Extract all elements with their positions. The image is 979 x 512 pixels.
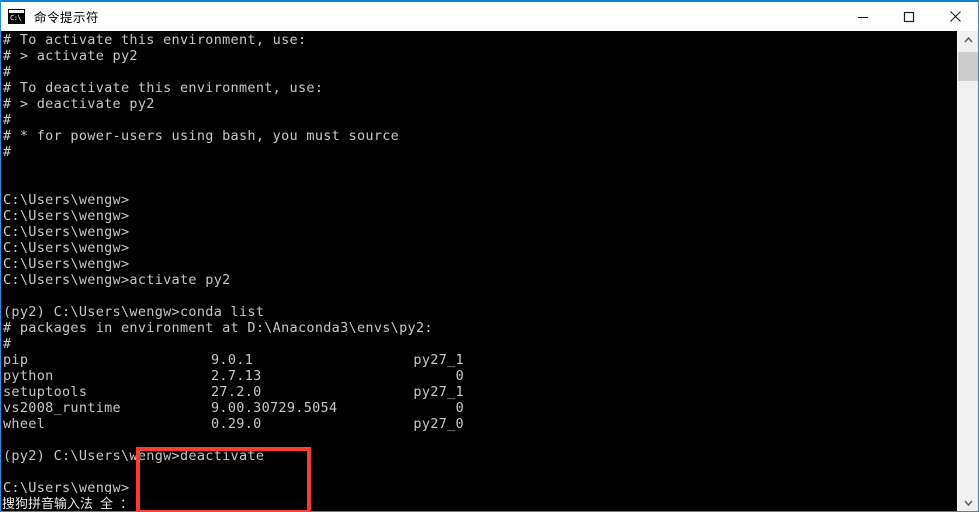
console-line: # > activate py2 <box>3 48 138 64</box>
console-line: # To deactivate this environment, use: <box>3 80 324 96</box>
package-build: 0 <box>455 368 464 384</box>
console-line: # <box>3 336 12 352</box>
ime-mode[interactable]: 全 <box>100 493 113 511</box>
cmd-icon-text: C:\ <box>10 13 22 22</box>
package-name: pip <box>3 352 29 368</box>
ime-status-bar[interactable]: 搜狗拼音输入法 全 ： <box>1 493 134 511</box>
chevron-up-icon <box>963 36 973 43</box>
package-build: py27_1 <box>413 384 464 400</box>
console-line: # <box>3 144 12 160</box>
package-name: vs2008_runtime <box>3 400 121 416</box>
ime-name: 搜狗拼音输入法 <box>2 497 94 511</box>
console-line: C:\Users\wengw> <box>3 192 130 208</box>
command-prompt-window: ··· C:\ 命令提示符 # To activate this environ… <box>0 0 979 512</box>
console-line: C:\Users\wengw>activate py2 <box>3 272 231 288</box>
package-row: setuptools 27.2.0 py27_1 <box>3 384 957 400</box>
package-build: 0 <box>455 400 464 416</box>
console-line: C:\Users\wengw> <box>3 256 130 272</box>
close-button[interactable] <box>932 2 978 31</box>
console-line: # <box>3 64 12 80</box>
console-line: # > deactivate py2 <box>3 96 155 112</box>
package-name: setuptools <box>3 384 88 400</box>
console-line: (py2) C:\Users\wengw>deactivate <box>3 448 265 464</box>
console-line: # <box>3 112 12 128</box>
package-version: 0.29.0 <box>211 416 262 432</box>
package-row: vs2008_runtime 9.00.30729.5054 0 <box>3 400 957 416</box>
chevron-down-icon <box>963 499 973 506</box>
ime-punctuation[interactable]: ： <box>120 493 133 511</box>
scroll-down-button[interactable] <box>958 494 978 511</box>
console-line: C:\Users\wengw> <box>3 240 130 256</box>
maximize-button[interactable] <box>886 2 932 31</box>
package-build: py27_0 <box>413 416 464 432</box>
minimize-button[interactable] <box>840 2 886 31</box>
console-line: # * for power-users using bash, you must… <box>3 128 400 144</box>
window-controls <box>840 2 978 31</box>
package-row: python 2.7.13 0 <box>3 368 957 384</box>
console-line: C:\Users\wengw> <box>3 480 130 496</box>
console-line: C:\Users\wengw> <box>3 208 130 224</box>
title-bar[interactable]: ··· C:\ 命令提示符 <box>1 2 978 31</box>
package-name: wheel <box>3 416 46 432</box>
package-version: 9.0.1 <box>211 352 254 368</box>
scroll-up-button[interactable] <box>958 31 978 48</box>
package-row: pip 9.0.1 py27_1 <box>3 352 957 368</box>
package-version: 27.2.0 <box>211 384 262 400</box>
console-line: C:\Users\wengw> <box>3 224 130 240</box>
console-output-area[interactable]: # To activate this environment, use: # > … <box>1 31 957 511</box>
maximize-icon <box>903 11 915 22</box>
minimize-icon <box>858 16 868 18</box>
vertical-scrollbar[interactable] <box>957 31 978 511</box>
scrollbar-thumb[interactable] <box>958 52 978 81</box>
package-name: python <box>3 368 54 384</box>
console-line: # To activate this environment, use: <box>3 32 307 48</box>
scrollbar-track[interactable] <box>958 81 978 494</box>
cmd-console-icon: ··· C:\ <box>8 8 25 24</box>
close-icon <box>949 11 961 22</box>
package-build: py27_1 <box>413 352 464 368</box>
package-row: wheel 0.29.0 py27_0 <box>3 416 957 432</box>
console-line: (py2) C:\Users\wengw>conda list <box>3 304 265 320</box>
console-line: # packages in environment at D:\Anaconda… <box>3 320 433 336</box>
window-title: 命令提示符 <box>34 9 100 25</box>
package-version: 2.7.13 <box>211 368 262 384</box>
console-text: # To activate this environment, use: # > … <box>3 32 957 496</box>
